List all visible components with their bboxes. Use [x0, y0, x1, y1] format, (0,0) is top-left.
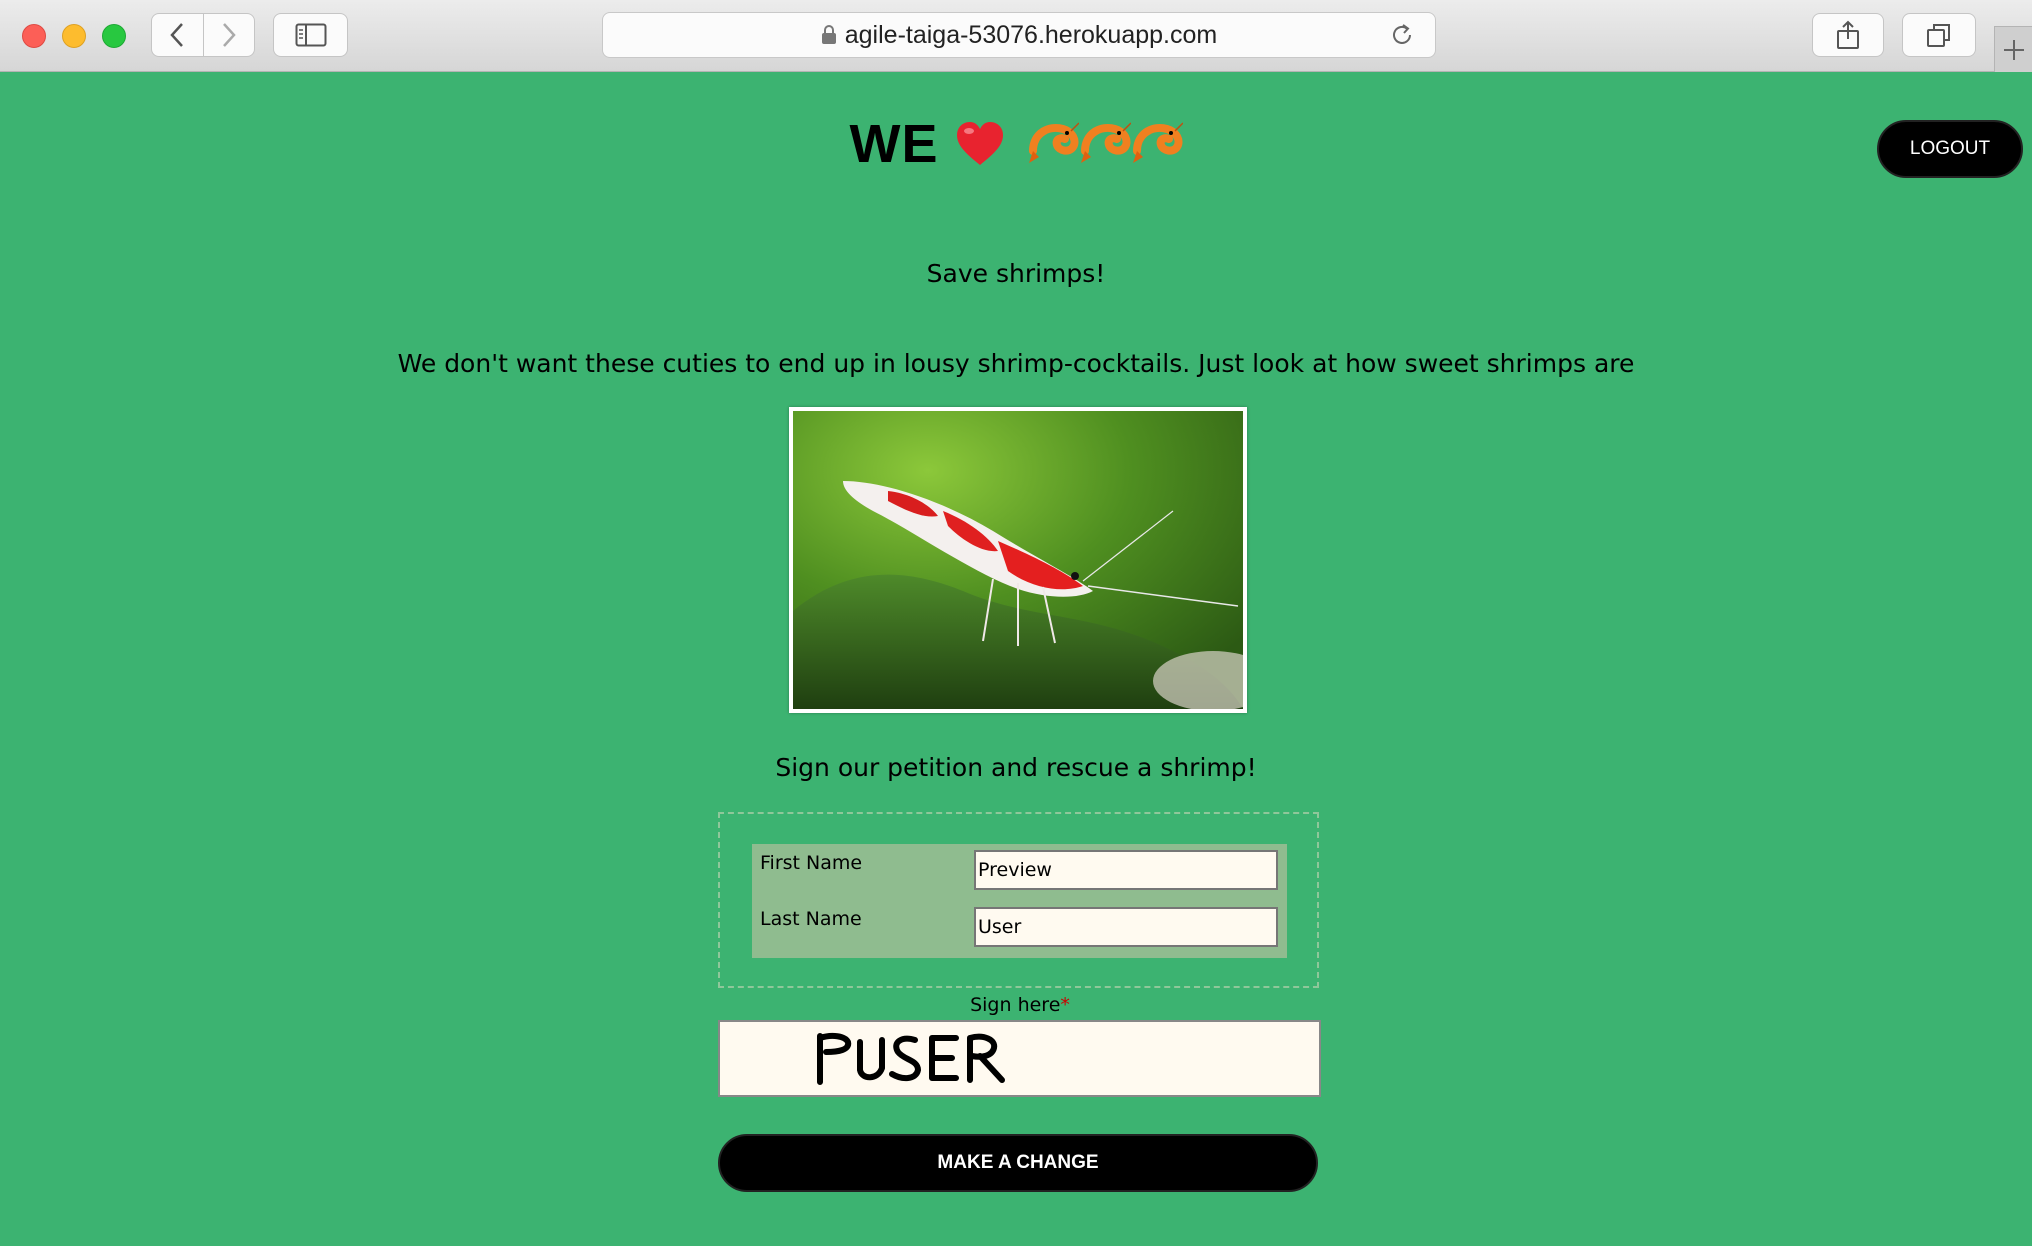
name-form: First Name Preview Last Name User	[718, 812, 1319, 988]
shrimp-icon	[1080, 122, 1131, 163]
tab-overview-button[interactable]	[1902, 13, 1976, 57]
subtitle: Save shrimps!	[926, 259, 1106, 288]
address-bar[interactable]: agile-taiga-53076.herokuapp.com	[602, 12, 1436, 58]
sidebar-icon	[295, 23, 326, 47]
first-name-label: First Name	[760, 852, 863, 874]
page-content: WE LOGOUT Save shrimps! We don't want th…	[0, 73, 2032, 1246]
shrimp-icon	[1028, 122, 1079, 163]
share-button[interactable]	[1812, 13, 1884, 57]
required-mark: *	[1060, 994, 1070, 1016]
zoom-window-button[interactable]	[102, 24, 126, 48]
back-button[interactable]	[152, 14, 203, 56]
signature-canvas[interactable]	[718, 1020, 1321, 1097]
history-navigation	[151, 13, 255, 57]
last-name-label: Last Name	[760, 908, 862, 930]
reload-icon[interactable]	[1389, 22, 1415, 52]
shrimp-photo	[789, 407, 1247, 713]
shrimp-icon	[1132, 122, 1183, 163]
share-icon	[1837, 20, 1859, 49]
minimize-window-button[interactable]	[62, 24, 86, 48]
heart-icon	[955, 121, 1005, 167]
make-a-change-button[interactable]: MAKE A CHANGE	[718, 1134, 1318, 1192]
forward-button[interactable]	[202, 14, 255, 56]
browser-toolbar: agile-taiga-53076.herokuapp.com	[0, 0, 2032, 72]
chevron-left-icon	[170, 23, 184, 47]
new-tab-button[interactable]	[1994, 26, 2032, 72]
chevron-right-icon	[222, 23, 236, 47]
page-title: WE	[0, 113, 2032, 175]
close-window-button[interactable]	[22, 24, 46, 48]
sidebar-toggle-button[interactable]	[273, 13, 348, 57]
signature-label-text: Sign here	[970, 994, 1061, 1016]
petition-prompt: Sign our petition and rescue a shrimp!	[775, 753, 1257, 782]
url-text: agile-taiga-53076.herokuapp.com	[844, 20, 1218, 49]
signature-drawing	[817, 1032, 1005, 1085]
name-fields: First Name Preview Last Name User	[752, 844, 1287, 958]
tabs-icon	[1927, 24, 1950, 47]
signature-label: Sign here*	[0, 994, 2032, 1016]
last-name-input[interactable]: User	[974, 907, 1278, 947]
plus-icon	[2003, 39, 2024, 60]
description: We don't want these cuties to end up in …	[397, 349, 1635, 378]
title-text: WE	[849, 114, 939, 174]
shrimp-icons	[1027, 121, 1183, 167]
lock-icon	[821, 25, 837, 45]
logout-button[interactable]: LOGOUT	[1877, 120, 2023, 178]
first-name-input[interactable]: Preview	[974, 850, 1278, 890]
